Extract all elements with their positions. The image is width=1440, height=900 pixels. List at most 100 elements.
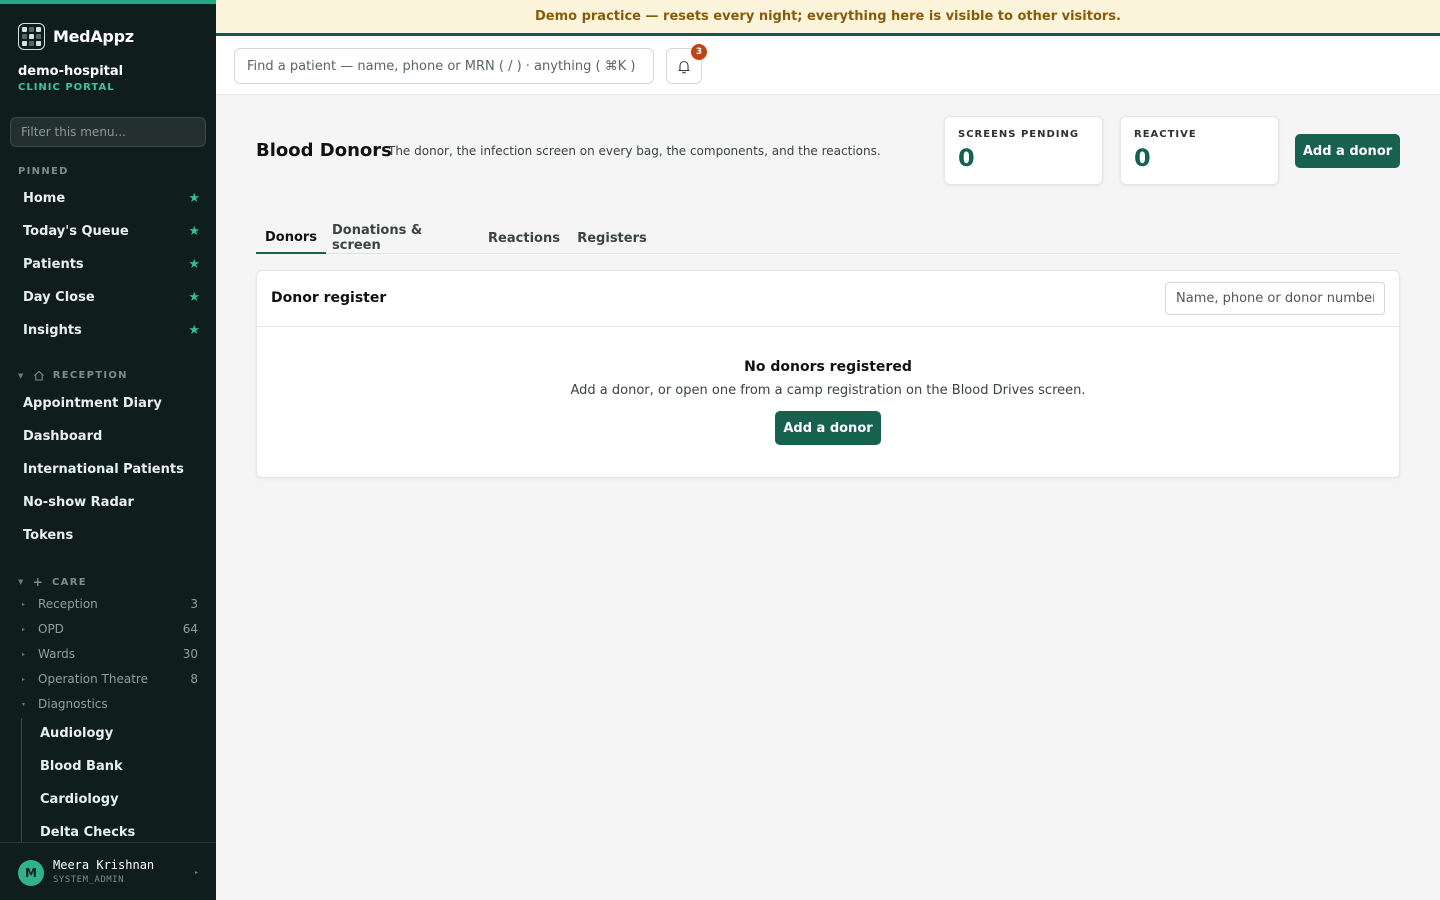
tab-label: Donations & screen [332, 223, 423, 253]
chevron-down-icon: ▼ [18, 371, 25, 380]
card-header: Donor register [257, 271, 1399, 327]
add-donor-button[interactable]: Add a donor [1295, 134, 1400, 168]
empty-add-donor-button[interactable]: Add a donor [775, 411, 881, 445]
chevron-right-icon: ▸ [194, 869, 198, 876]
stat-label: SCREENS PENDING [958, 129, 1080, 140]
sidebar-item-no-show-radar[interactable]: No-show Radar [10, 487, 206, 517]
sidebar-item-label: Cardiology [40, 791, 119, 807]
sidebar-group-reception[interactable]: ▸ Reception 3 [22, 593, 202, 615]
page-title: Blood Donors [256, 140, 392, 161]
sidebar-item-tokens[interactable]: Tokens [10, 520, 206, 550]
sidebar-item-label: Blood Bank [40, 758, 123, 774]
page-subtitle: The donor, the infection screen on every… [388, 144, 881, 158]
chevron-down-icon: ▼ [18, 578, 25, 586]
star-icon[interactable]: ★ [188, 257, 200, 272]
tab-reactions[interactable]: Reactions [482, 222, 566, 254]
sidebar-group-label: OPD [38, 622, 64, 636]
count-badge: 8 [190, 672, 198, 686]
sidebar-group-label: Wards [38, 647, 76, 661]
donor-search-input[interactable] [1165, 282, 1385, 315]
star-icon[interactable]: ★ [188, 290, 200, 305]
sidebar-item-todays-queue[interactable]: Today's Queue ★ [10, 216, 206, 246]
user-menu[interactable]: M Meera Krishnan SYSTEM_ADMIN ▸ [0, 842, 216, 900]
sidebar-group-diagnostics[interactable]: ▾ Diagnostics [22, 693, 202, 715]
sidebar-group-label: Operation Theatre [38, 672, 148, 686]
chevron-right-icon: ▸ [22, 600, 26, 608]
user-role: SYSTEM_ADMIN [53, 875, 125, 885]
sidebar-item-label: Day Close [23, 289, 95, 305]
portal-label: CLINIC PORTAL [18, 82, 115, 93]
home-icon [33, 370, 44, 381]
tab-label: Registers [577, 230, 647, 246]
patient-search-input[interactable] [234, 48, 654, 84]
tab-donations-screen[interactable]: Donations & screen [332, 222, 474, 254]
star-icon[interactable]: ★ [188, 224, 200, 239]
stat-reactive: REACTIVE 0 [1120, 116, 1279, 185]
stat-value: 0 [1134, 144, 1151, 172]
count-badge: 3 [190, 597, 198, 611]
tenant-name: demo-hospital [18, 64, 124, 79]
user-name: Meera Krishnan [53, 858, 155, 872]
brand[interactable]: MedAppz [18, 22, 134, 50]
sidebar-item-home[interactable]: Home ★ [10, 183, 206, 213]
sidebar-item-label: Appointment Diary [23, 395, 162, 411]
tab-label: Reactions [488, 230, 560, 246]
pinned-label: PINNED [18, 166, 69, 177]
group-label-text: RECEPTION [52, 370, 128, 381]
avatar: M [18, 860, 44, 886]
chevron-right-icon: ▸ [22, 625, 26, 633]
sidebar-item-international-patients[interactable]: International Patients [10, 454, 206, 484]
banner-text: Demo practice — resets every night; ever… [534, 9, 1121, 24]
app-name: MedAppz [53, 26, 134, 46]
star-icon[interactable]: ★ [188, 191, 200, 206]
sidebar-item-label: Patients [23, 256, 84, 272]
sidebar-item-appointment-diary[interactable]: Appointment Diary [10, 388, 206, 418]
group-reception[interactable]: ▼ RECEPTION [18, 370, 128, 381]
sidebar-item-insights[interactable]: Insights ★ [10, 315, 206, 345]
card-title: Donor register [271, 290, 387, 306]
donor-register-card: Donor register No donors registered Add … [256, 270, 1400, 478]
chevron-right-icon: ▸ [22, 650, 26, 658]
sidebar: MedAppz demo-hospital CLINIC PORTAL PINN… [0, 0, 216, 900]
sidebar-item-label: Tokens [23, 527, 74, 543]
sidebar-item-label: Home [23, 190, 66, 206]
group-care[interactable]: ▼ + CARE [18, 575, 87, 589]
sidebar-group-label: Diagnostics [38, 697, 108, 711]
tab-donors[interactable]: Donors [256, 222, 326, 254]
empty-state-title: No donors registered [744, 359, 912, 375]
bell-icon [678, 60, 690, 73]
star-icon[interactable]: ★ [188, 323, 200, 338]
chevron-down-icon: ▾ [22, 700, 26, 708]
tab-registers[interactable]: Registers [574, 222, 650, 254]
demo-banner: Demo practice — resets every night; ever… [216, 0, 1440, 36]
tab-label: Donors [264, 229, 318, 245]
sidebar-item-audiology[interactable]: Audiology [28, 718, 204, 748]
menu-filter-input[interactable] [10, 117, 206, 147]
chevron-right-icon: ▸ [22, 675, 26, 683]
sidebar-item-label: Today's Queue [23, 223, 129, 239]
sidebar-item-patients[interactable]: Patients ★ [10, 249, 206, 279]
count-badge: 64 [182, 622, 198, 636]
count-badge: 30 [182, 647, 198, 661]
app-logo-icon [18, 22, 45, 50]
sidebar-item-label: Insights [23, 322, 82, 338]
sidebar-group-wards[interactable]: ▸ Wards 30 [22, 643, 202, 665]
sidebar-item-blood-bank[interactable]: Blood Bank [28, 751, 204, 781]
tree-line [21, 718, 22, 848]
sidebar-item-label: Dashboard [23, 428, 103, 444]
sidebar-item-label: Audiology [40, 725, 114, 741]
group-label-text: CARE [52, 576, 87, 588]
notification-badge: 3 [691, 44, 707, 60]
stat-screens-pending: SCREENS PENDING 0 [944, 116, 1103, 185]
sidebar-item-label: No-show Radar [23, 494, 134, 510]
sidebar-item-day-close[interactable]: Day Close ★ [10, 282, 206, 312]
sidebar-group-label: Reception [38, 597, 98, 611]
tenant-info: demo-hospital CLINIC PORTAL [18, 64, 123, 93]
sidebar-item-cardiology[interactable]: Cardiology [28, 784, 204, 814]
sidebar-group-operation-theatre[interactable]: ▸ Operation Theatre 8 [22, 668, 202, 690]
empty-state-subtitle: Add a donor, or open one from a camp reg… [570, 383, 1086, 398]
sidebar-group-opd[interactable]: ▸ OPD 64 [22, 618, 202, 640]
plus-icon: + [32, 575, 45, 589]
sidebar-item-dashboard[interactable]: Dashboard [10, 421, 206, 451]
sidebar-item-label: International Patients [23, 461, 184, 477]
